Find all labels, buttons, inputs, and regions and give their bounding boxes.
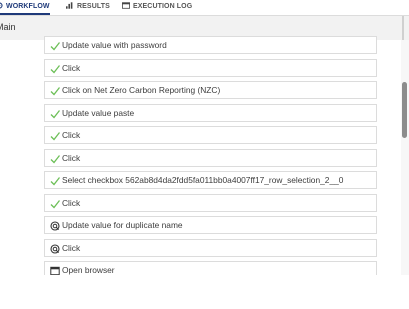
check-icon: [50, 132, 60, 141]
step-item[interactable]: Update value with password: [44, 36, 377, 54]
tab-results-label: RESULTS: [77, 3, 110, 10]
step-item[interactable]: Click: [44, 126, 377, 144]
panel-splitter[interactable]: [402, 16, 404, 40]
chart-icon: [66, 2, 73, 9]
step-label: Update value with password: [62, 40, 167, 50]
step-item[interactable]: Click on Net Zero Carbon Reporting (NZC): [44, 81, 377, 99]
step-item[interactable]: Click: [44, 193, 377, 212]
workflow-icon: [0, 2, 3, 9]
step-label: Update value paste: [62, 107, 135, 118]
check-icon: [50, 87, 60, 96]
step-label: Click on Net Zero Carbon Reporting (NZC): [62, 85, 221, 95]
tab-execution-log[interactable]: EXECUTION LOG: [122, 0, 192, 15]
tab-bar: WORKFLOW RESULTS EXECUTION LOG: [0, 0, 409, 16]
step-item[interactable]: Update value for duplicate name: [44, 216, 377, 234]
step-label: Open browser: [62, 265, 115, 275]
step-label: Click: [62, 62, 81, 73]
step-item[interactable]: Update value paste: [44, 103, 377, 122]
tab-results[interactable]: RESULTS: [66, 0, 110, 15]
step-label: Click: [62, 197, 81, 208]
pending-icon: [50, 243, 60, 254]
workflow-title: Main: [0, 22, 16, 32]
step-label: Update value for duplicate name: [62, 220, 183, 230]
step-label: Click: [62, 152, 81, 163]
check-icon: [50, 177, 60, 186]
log-icon: [122, 2, 130, 9]
step-item[interactable]: Click: [44, 58, 377, 77]
step-item[interactable]: Click: [44, 238, 377, 257]
tab-execution-log-label: EXECUTION LOG: [133, 3, 193, 10]
check-icon: [50, 154, 60, 163]
check-icon: [50, 199, 60, 208]
step-label: Click: [62, 130, 81, 140]
step-item[interactable]: Click: [44, 148, 377, 167]
step-item[interactable]: Select checkbox 562ab8d4da2fdd5fa011bb0a…: [44, 171, 377, 189]
scrollbar-thumb[interactable]: [402, 82, 407, 138]
empty-area: [0, 275, 409, 309]
pending-icon: [50, 221, 60, 231]
check-icon: [50, 42, 60, 51]
active-tab-indicator: [0, 13, 50, 15]
tab-workflow-label: WORKFLOW: [6, 3, 50, 10]
step-label: Click: [62, 242, 81, 253]
check-icon: [50, 109, 60, 118]
step-label: Select checkbox 562ab8d4da2fdd5fa011bb0a…: [62, 175, 344, 185]
check-icon: [50, 64, 60, 73]
scrollbar-track[interactable]: [401, 40, 409, 275]
tab-workflow[interactable]: WORKFLOW: [0, 0, 50, 15]
